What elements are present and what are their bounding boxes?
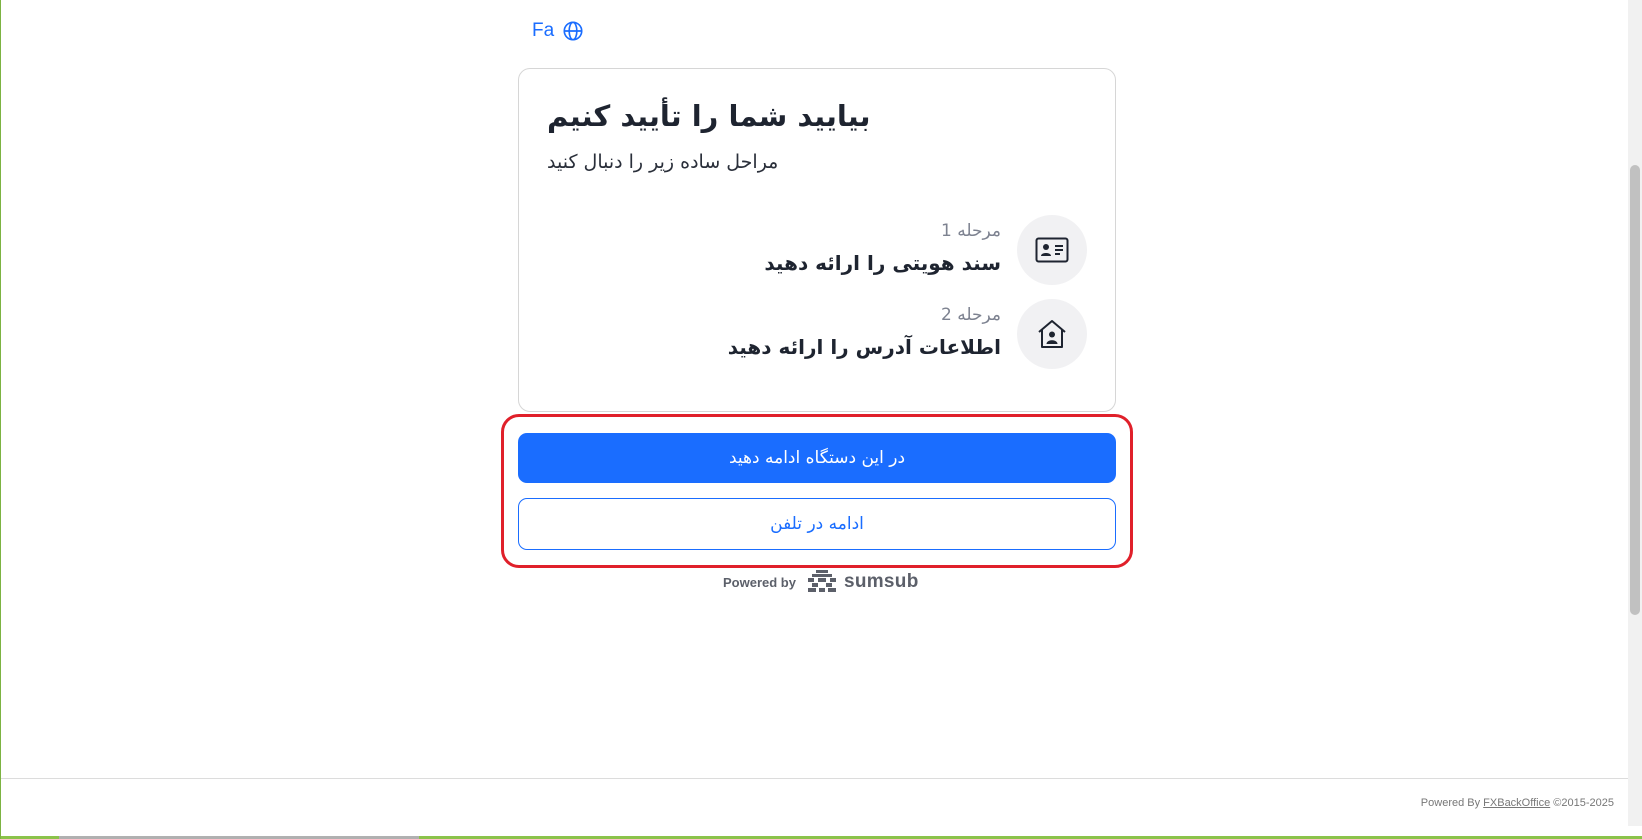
fxbackoffice-link[interactable]: FXBackOffice xyxy=(1483,797,1550,809)
continue-on-phone-button[interactable]: ادامه در تلفن xyxy=(518,498,1116,550)
scrollbar-thumb[interactable] xyxy=(1630,165,1640,615)
sumsub-logo: sumsub xyxy=(806,570,919,594)
step-1-text: سند هویتی را ارائه دهید xyxy=(764,251,1001,275)
continue-on-phone-label: ادامه در تلفن xyxy=(770,514,864,534)
step-2: مرحله 2 اطلاعات آدرس را ارائه دهید xyxy=(547,299,1087,369)
powered-by-sumsub: Powered by sumsub xyxy=(723,570,919,594)
continue-on-device-button[interactable]: در این دستگاه ادامه دهید xyxy=(518,433,1116,483)
card-title: بیایید شما را تأیید کنیم xyxy=(547,99,871,133)
scrollbar[interactable] xyxy=(1628,0,1642,826)
sumsub-brand: sumsub xyxy=(843,571,919,592)
language-label: Fa xyxy=(532,20,555,41)
language-selector[interactable]: Fa xyxy=(532,20,584,42)
step-1-number: مرحله 1 xyxy=(941,221,1001,241)
home-address-icon xyxy=(1017,299,1087,369)
footer-prefix: Powered By xyxy=(1420,797,1481,809)
continue-on-device-label: در این دستگاه ادامه دهید xyxy=(728,448,906,468)
step-2-text: اطلاعات آدرس را ارائه دهید xyxy=(727,335,1001,359)
id-card-icon xyxy=(1017,215,1087,285)
footer-divider xyxy=(1,778,1629,779)
globe-icon xyxy=(562,20,584,42)
powered-by-label: Powered by xyxy=(723,574,796,590)
footer-copyright: ©2015-2025 xyxy=(1553,797,1614,809)
step-1: مرحله 1 سند هویتی را ارائه دهید xyxy=(547,215,1087,285)
step-2-number: مرحله 2 xyxy=(941,305,1001,325)
card-subtitle: مراحل ساده زیر را دنبال کنید xyxy=(547,151,779,173)
verification-card: بیایید شما را تأیید کنیم مراحل ساده زیر … xyxy=(518,68,1116,412)
page: Fa بیایید شما را تأیید کنیم مراحل ساده ز… xyxy=(0,0,1642,839)
footer: Powered By FXBackOffice ©2015-2025 xyxy=(1421,797,1614,809)
